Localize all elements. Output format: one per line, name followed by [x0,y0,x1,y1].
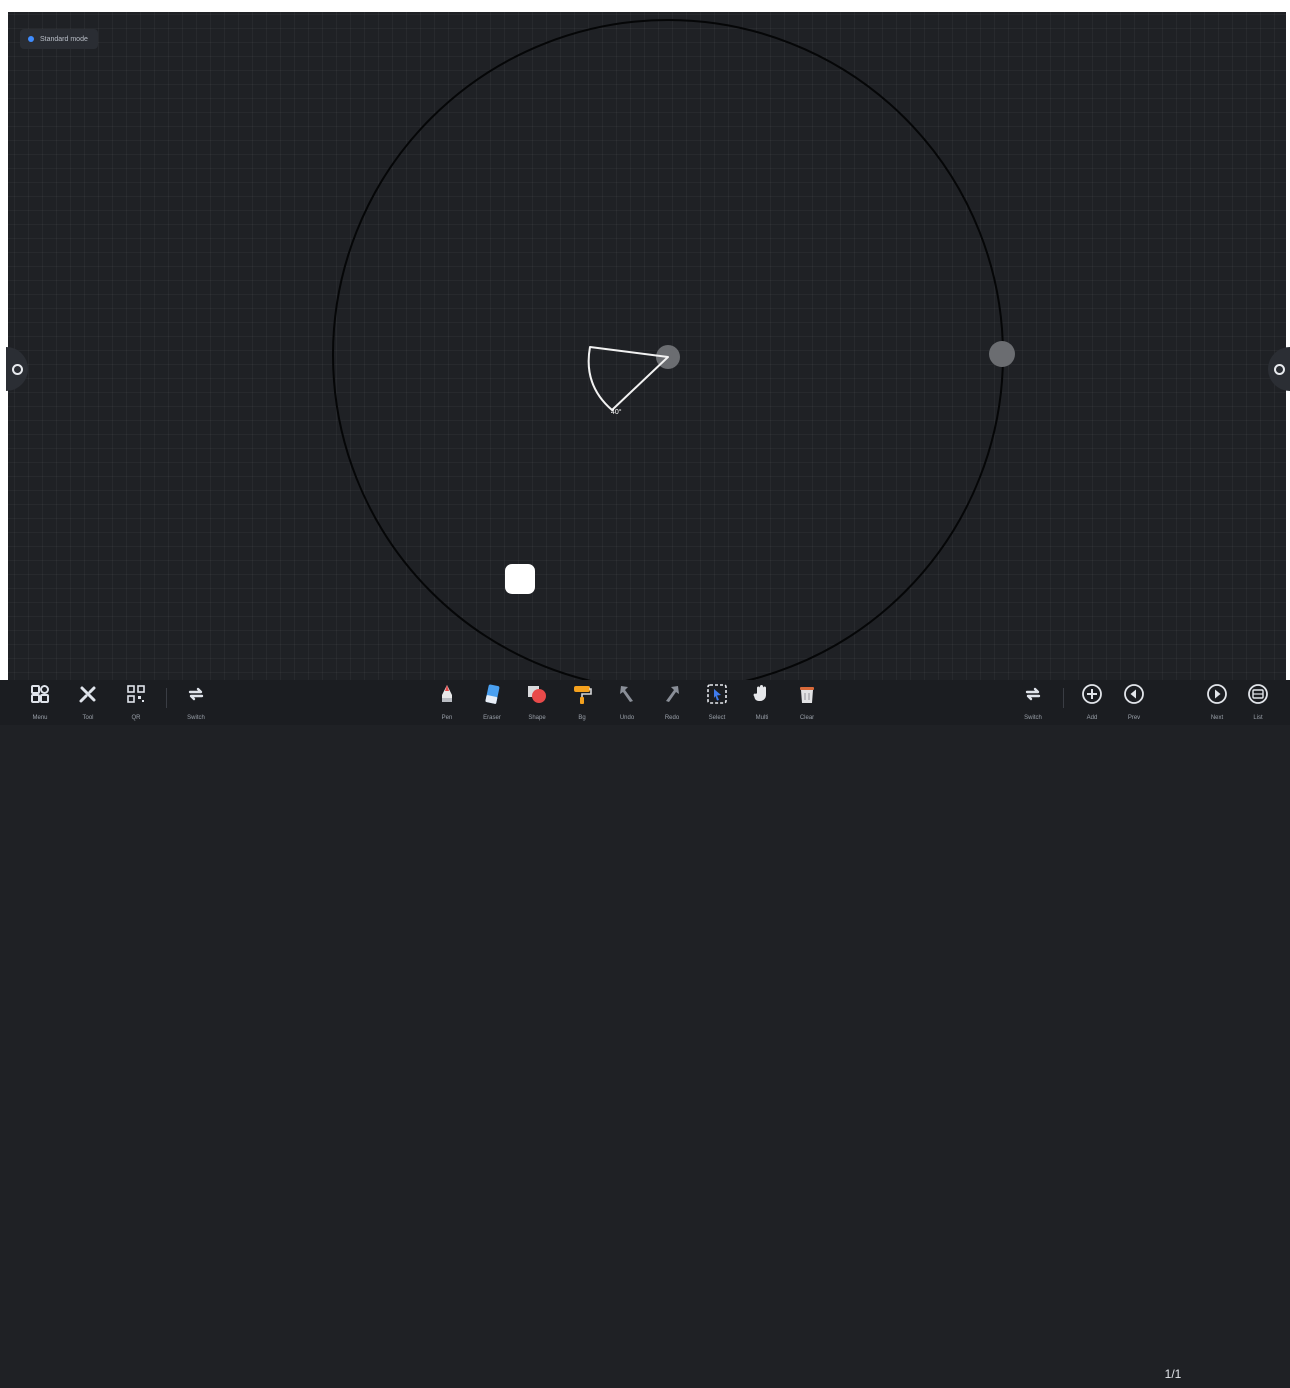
prev-page-label: Prev [1127,715,1141,721]
background-button[interactable]: Bg [562,680,602,725]
switch-icon [1022,683,1044,705]
select-icon [706,683,728,705]
switch-label-right: Switch [1024,715,1042,721]
clear-button[interactable]: Clear [787,680,827,725]
switch-label-left: Switch [187,715,205,721]
qr-code-icon [125,683,147,705]
shape-label: Shape [528,715,546,721]
redo-icon [661,683,683,705]
page-list-icon [1247,683,1269,705]
bottom-toolbar: Menu Tool QR Switch Pen Eraser Shape Bg … [0,680,1290,1381]
settings-icon [1273,363,1285,375]
select-button[interactable]: Select [697,680,737,725]
redo-label: Redo [664,715,680,721]
tools-icon [77,683,99,705]
next-page-button[interactable]: Next [1197,680,1237,725]
toolbar-divider [1063,688,1064,708]
background-label: Bg [578,715,586,721]
page-counter: 1/1 [1164,1367,1182,1381]
pen-icon [436,683,458,705]
page-list-label: List [1253,715,1263,721]
multi-touch-icon [751,683,773,705]
eraser-icon [481,683,503,705]
trash-icon [796,683,818,705]
tool-button[interactable]: Tool [68,680,108,725]
prev-page-icon [1123,683,1145,705]
undo-label: Undo [619,715,635,721]
multi-touch-button[interactable]: Multi [742,680,782,725]
compass-radius-handle[interactable] [989,341,1015,367]
tool-label: Tool [82,715,94,721]
paint-roller-icon [571,683,593,705]
multi-touch-label: Multi [755,715,769,721]
drawing-layer: 40° [332,19,1015,680]
whiteboard-canvas[interactable]: Standard mode 40° [0,0,1290,680]
add-page-label: Add [1086,715,1098,721]
switch-icon [185,683,207,705]
eraser-button[interactable]: Eraser [472,680,512,725]
page-list-button[interactable]: List [1238,680,1278,725]
clear-label: Clear [799,715,815,721]
next-page-label: Next [1210,715,1224,721]
undo-button[interactable]: Undo [607,680,647,725]
menu-button[interactable]: Menu [20,680,60,725]
switch-button-right[interactable]: Switch [1013,680,1053,725]
protractor-sector [587,346,669,411]
menu-label: Menu [32,715,48,721]
next-page-icon [1206,683,1228,705]
pen-button[interactable]: Pen [427,680,467,725]
eraser-label: Eraser [483,715,501,721]
undo-icon [616,683,638,705]
toolbar-divider [166,688,167,708]
add-page-icon [1081,683,1103,705]
pen-label: Pen [441,715,453,721]
protractor-angle-label: 40° [611,408,622,416]
switch-button-left[interactable]: Switch [176,680,216,725]
add-page-button[interactable]: Add [1072,680,1112,725]
qr-label: QR [131,715,141,721]
settings-icon [11,363,23,375]
select-label: Select [708,715,726,721]
shape-button[interactable]: Shape [517,680,557,725]
selection-handle[interactable] [505,564,535,594]
qr-button[interactable]: QR [116,680,156,725]
shape-icon [526,683,548,705]
menu-grid-icon [29,683,51,705]
prev-page-button[interactable]: Prev [1114,680,1154,725]
redo-button[interactable]: Redo [652,680,692,725]
